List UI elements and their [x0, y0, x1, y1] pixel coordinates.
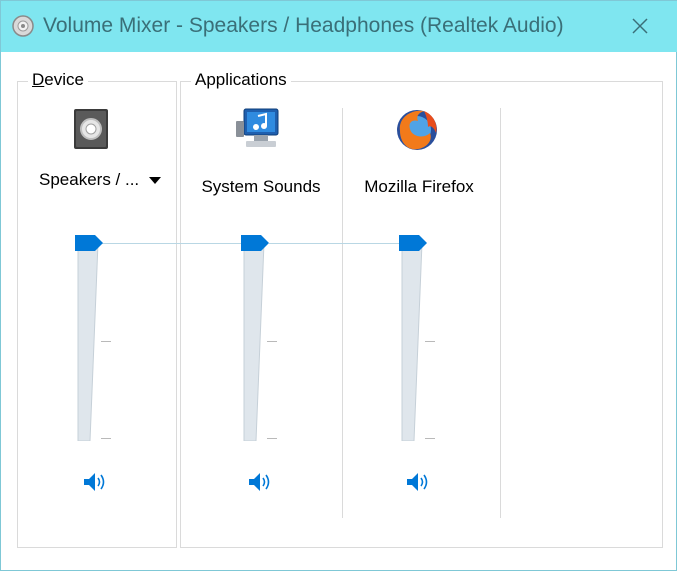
slider-tick — [267, 341, 277, 342]
volume-mixer-window: Volume Mixer - Speakers / Headphones (Re… — [0, 0, 677, 571]
device-channel: Speakers / ... — [11, 101, 171, 521]
window-title: Volume Mixer - Speakers / Headphones (Re… — [43, 14, 564, 37]
chevron-down-icon — [149, 176, 162, 184]
device-dropdown-value: Speakers / ... — [39, 170, 140, 189]
channel-divider — [500, 108, 501, 518]
slider-tick — [101, 438, 111, 439]
slider-tick — [425, 438, 435, 439]
firefox-volume-slider[interactable] — [401, 243, 423, 441]
slider-tick — [101, 341, 111, 342]
slider-tick — [425, 341, 435, 342]
system-sounds-icon — [236, 108, 279, 147]
system-sounds-volume-thumb[interactable] — [241, 235, 269, 251]
slider-tick — [267, 438, 277, 439]
app-name-firefox: Mozilla Firefox — [364, 177, 474, 196]
firefox-volume-thumb[interactable] — [399, 235, 427, 251]
system-sounds-volume-slider[interactable] — [243, 243, 265, 441]
device-volume-slider[interactable] — [77, 243, 99, 441]
device-group-label: Device — [28, 70, 88, 90]
speaker-icon — [74, 109, 108, 149]
speaker-volume-icon[interactable] — [405, 471, 431, 493]
device-volume-thumb[interactable] — [75, 235, 103, 251]
speaker-volume-icon[interactable] — [247, 471, 273, 493]
speaker-volume-icon[interactable] — [82, 471, 108, 493]
app-channel-system-sounds: System Sounds — [181, 101, 341, 521]
firefox-icon — [397, 110, 437, 150]
app-name-system-sounds: System Sounds — [201, 177, 321, 196]
title-bar: Volume Mixer - Speakers / Headphones (Re… — [1, 1, 677, 52]
volume-mixer-icon — [12, 15, 34, 37]
device-dropdown[interactable]: Speakers / ... — [39, 169, 162, 191]
app-channel-firefox: Mozilla Firefox — [339, 101, 499, 521]
applications-group-label: Applications — [191, 70, 291, 90]
close-icon[interactable] — [628, 14, 652, 38]
